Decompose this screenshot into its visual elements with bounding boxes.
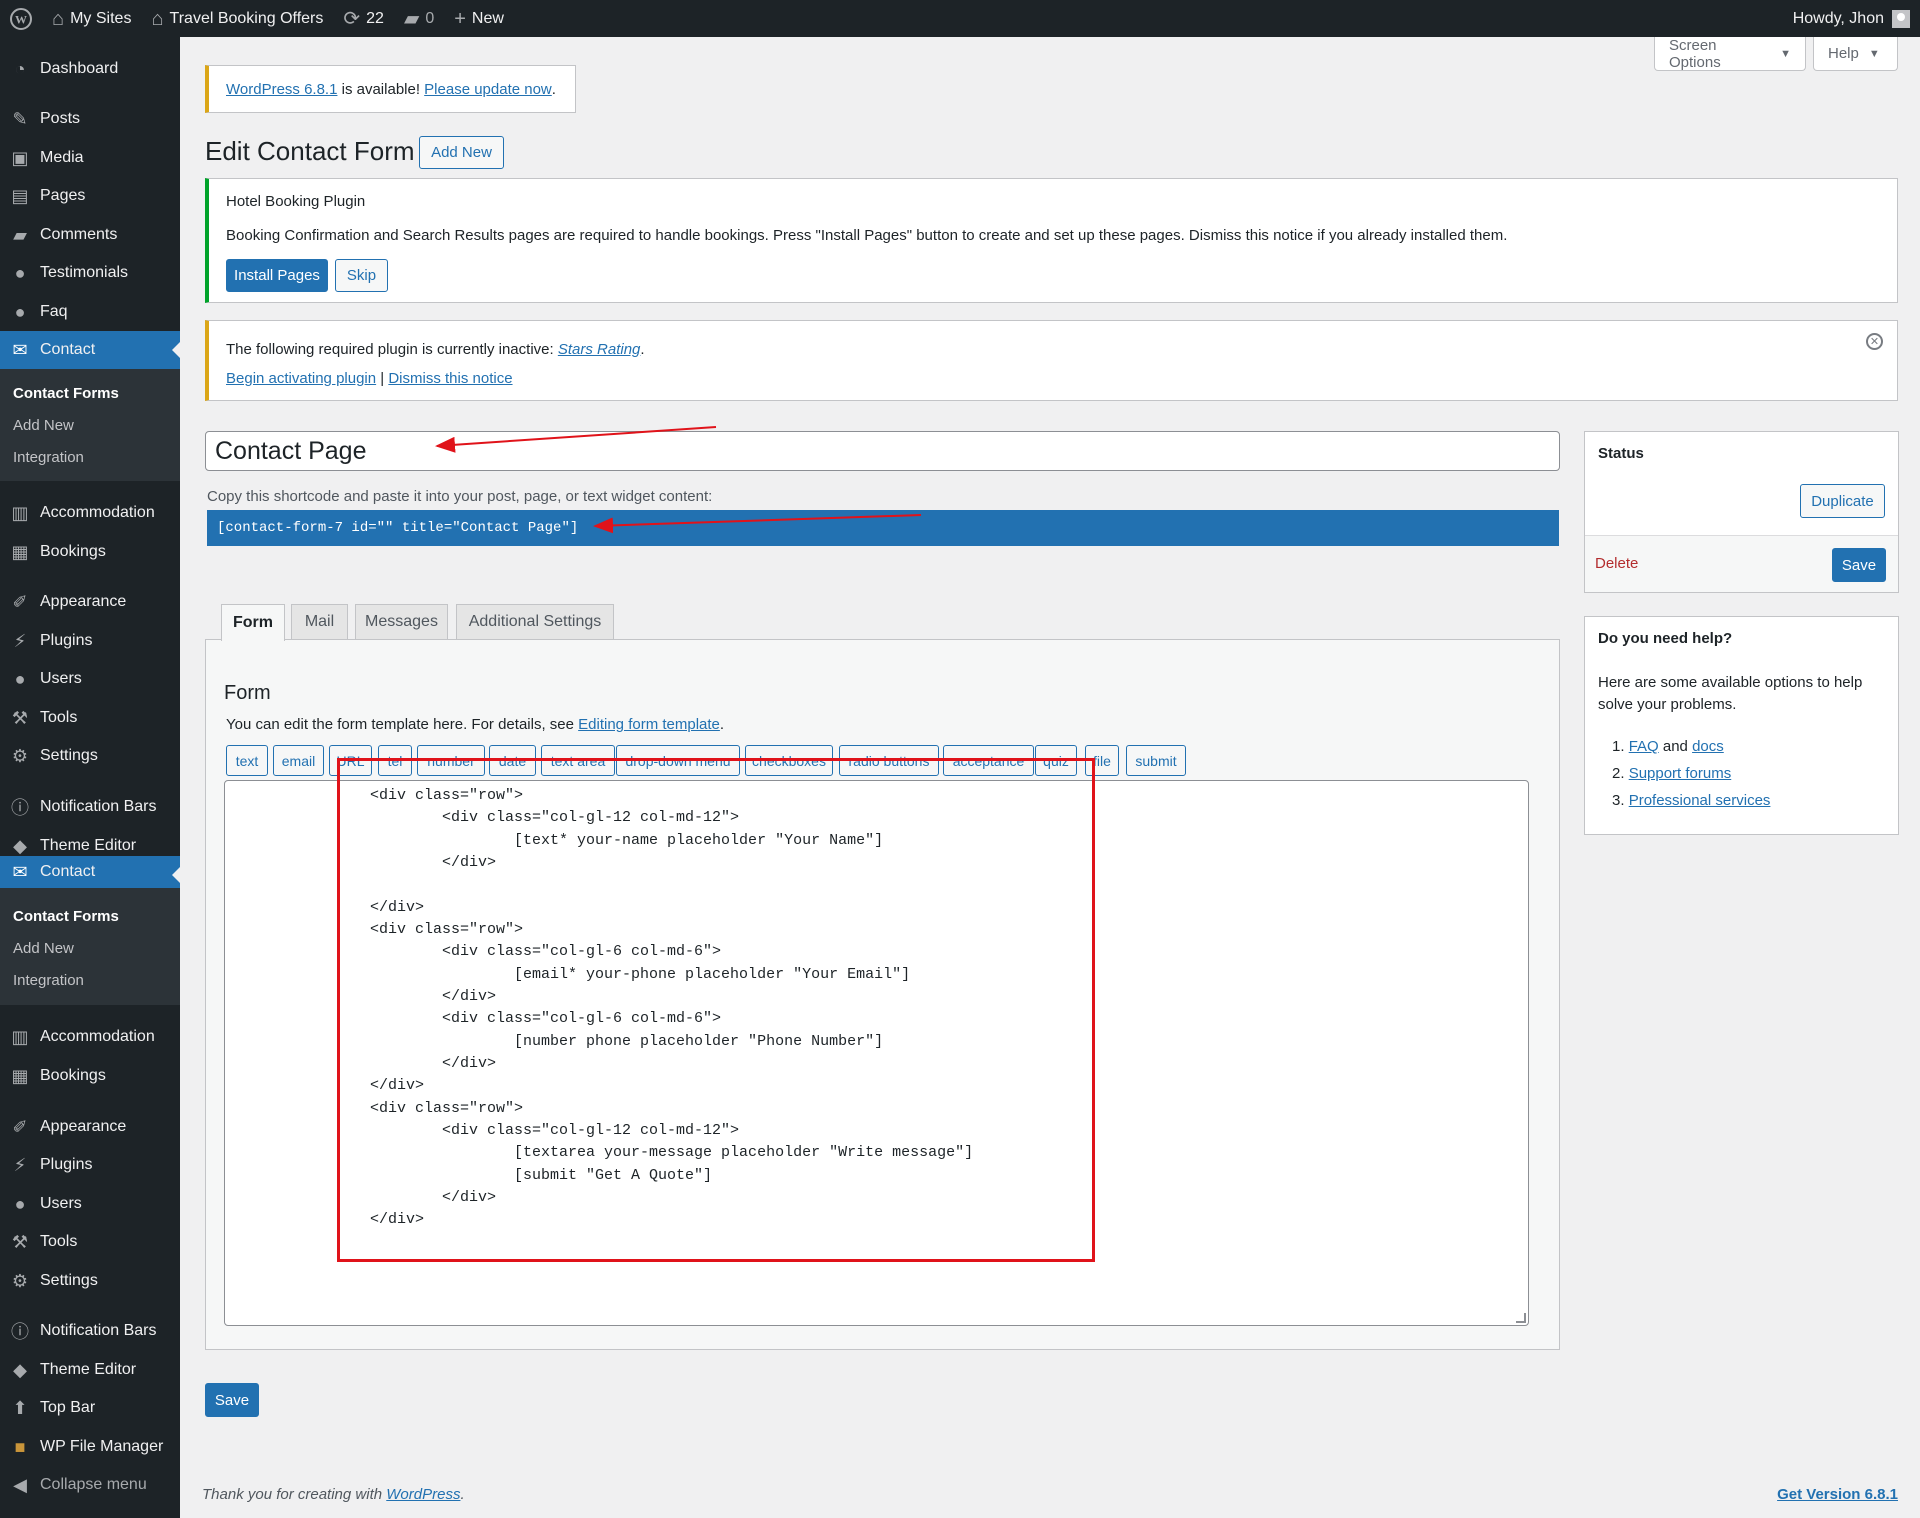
professional-services-link[interactable]: Professional services xyxy=(1629,792,1771,809)
code-line: </div> xyxy=(370,899,425,916)
tag-button-radio-buttons[interactable]: radio buttons xyxy=(839,745,939,776)
tag-button-drop-down-menu[interactable]: drop-down menu xyxy=(616,745,740,776)
tag-button-checkboxes[interactable]: checkboxes xyxy=(745,745,833,776)
help-box-text: Here are some available options to help … xyxy=(1598,674,1863,713)
tag-button-acceptance[interactable]: acceptance xyxy=(943,745,1034,776)
tag-button-text-area[interactable]: text area xyxy=(541,745,615,776)
code-line: [submit "Get A Quote"] xyxy=(370,1167,713,1184)
footer-thanks-text: Thank you for creating with xyxy=(202,1486,387,1503)
code-line: [textarea your-message placeholder "Writ… xyxy=(370,1144,974,1161)
code-line: </div> xyxy=(370,1077,425,1094)
tag-button-text[interactable]: text xyxy=(226,745,268,776)
code-line: [text* your-name placeholder "Your Name"… xyxy=(370,832,884,849)
status-box: Status Duplicate Delete Save xyxy=(1584,431,1899,593)
editing-form-template-link[interactable]: Editing form template xyxy=(578,716,720,733)
code-line: <div class="col-gl-6 col-md-6"> xyxy=(370,1010,722,1027)
wordpress-footer-link[interactable]: WordPress xyxy=(386,1486,460,1503)
docs-link[interactable]: docs xyxy=(1692,738,1724,755)
faq-link[interactable]: FAQ xyxy=(1629,738,1659,755)
code-line: </div> xyxy=(370,1211,425,1228)
delete-link[interactable]: Delete xyxy=(1595,555,1638,572)
status-save-button[interactable]: Save xyxy=(1832,548,1886,582)
code-line: <div class="row"> xyxy=(370,787,524,804)
code-line: <div class="col-gl-12 col-md-12"> xyxy=(370,1122,740,1139)
help-list-item: 3. Professional services xyxy=(1612,792,1771,809)
tab-messages[interactable]: Messages xyxy=(355,604,448,639)
tag-button-url[interactable]: URL xyxy=(329,745,372,776)
code-line: [email* your-phone placeholder "Your Ema… xyxy=(370,966,911,983)
form-panel-heading: Form xyxy=(224,682,271,704)
code-line: </div> xyxy=(370,988,497,1005)
resize-handle-icon[interactable] xyxy=(1516,1313,1526,1323)
form-panel-description: You can edit the form template here. For… xyxy=(226,716,724,733)
help-box: Do you need help? Here are some availabl… xyxy=(1584,616,1899,835)
tag-button-file[interactable]: file xyxy=(1085,745,1119,776)
tab-mail[interactable]: Mail xyxy=(291,604,348,639)
code-line: <div class="col-gl-6 col-md-6"> xyxy=(370,943,722,960)
tag-button-tel[interactable]: tel xyxy=(378,745,412,776)
status-box-title: Status xyxy=(1598,445,1644,462)
save-button[interactable]: Save xyxy=(205,1383,259,1417)
help-list-item: 1. FAQ and docs xyxy=(1612,738,1724,755)
tag-button-submit[interactable]: submit xyxy=(1126,745,1186,776)
footer-thanks: Thank you for creating with WordPress. xyxy=(202,1486,465,1503)
get-version-link[interactable]: Get Version 6.8.1 xyxy=(1777,1486,1898,1503)
desc-prefix: You can edit the form template here. For… xyxy=(226,716,579,733)
tag-button-quiz[interactable]: quiz xyxy=(1035,745,1077,776)
tab-form[interactable]: Form xyxy=(221,604,285,641)
code-line: <div class="row"> xyxy=(370,1100,524,1117)
help-list-item: 2. Support forums xyxy=(1612,765,1732,782)
code-line: </div> xyxy=(370,1189,497,1206)
help-box-title: Do you need help? xyxy=(1598,630,1733,647)
code-line: </div> xyxy=(370,854,497,871)
tag-button-date[interactable]: date xyxy=(489,745,536,776)
support-forums-link[interactable]: Support forums xyxy=(1629,765,1732,782)
desc-suffix: . xyxy=(719,716,725,733)
tab-additional-settings[interactable]: Additional Settings xyxy=(456,604,614,639)
code-line: <div class="row"> xyxy=(370,921,524,938)
footer-period: . xyxy=(460,1486,465,1503)
and-text: and xyxy=(1658,738,1693,755)
status-box-actions: Delete Save xyxy=(1585,535,1898,592)
tag-button-email[interactable]: email xyxy=(273,745,324,776)
code-line: [number phone placeholder "Phone Number"… xyxy=(370,1033,884,1050)
help-links-list: 1. FAQ and docs 2. Support forums 3. Pro… xyxy=(1612,733,1770,814)
code-line: </div> xyxy=(370,1055,497,1072)
code-line: <div class="col-gl-12 col-md-12"> xyxy=(370,809,740,826)
duplicate-button[interactable]: Duplicate xyxy=(1800,484,1885,518)
tag-button-number[interactable]: number xyxy=(417,745,485,776)
